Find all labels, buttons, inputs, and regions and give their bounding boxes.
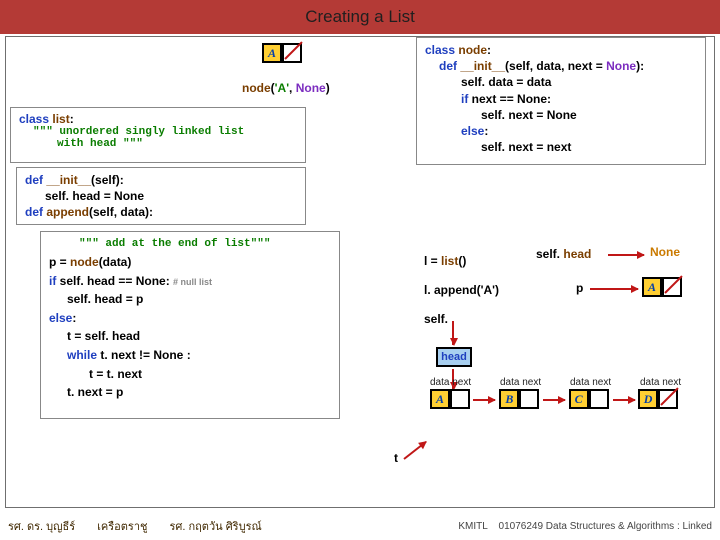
arrow-selfhead-none [608,254,644,256]
author3: รศ. กฤตวัน ศิริบูรณ์ [169,517,261,535]
list-class-box: class list: """ unordered singly linked … [10,107,306,163]
arrow-t [403,441,426,460]
arrow-cd [613,399,635,401]
arrow-p-node [590,288,638,290]
arrow-bc [543,399,565,401]
author1: รศ. ดร. บุญธีร์ [8,517,75,535]
list-methods-box: def __init__(self): self. head = None de… [16,167,306,225]
cell-a-left: A [262,43,282,63]
head-box: head [436,347,472,367]
p-label: p [576,281,583,295]
none-label: None [650,245,680,259]
top-node-diagram: A [262,43,302,63]
t-label: t [394,451,398,465]
course-code: 01076249 Data Structures & Algorithms : … [499,521,712,532]
selfhead-label: self. head [536,247,591,261]
arrow-ab [473,399,495,401]
cell-a-right [282,43,302,63]
arrow-self-head [452,321,454,345]
institution: KMITL [458,521,487,532]
node-class-box: class node: def __init__(self, data, nex… [416,37,706,165]
p-node: A [642,277,682,297]
top-call: node('A', None) [242,81,330,95]
footer: รศ. ดร. บุญธีร์ เครือตราชู รศ. กฤตวัน ศิ… [0,514,720,538]
slide-body: A node('A', None) class node: def __init… [5,36,715,508]
author2: เครือตราชู [97,517,147,535]
slide-title: Creating a List [0,0,720,34]
append-body-box: """ add at the end of list""" p = node(d… [40,231,340,419]
right-usage: l = list() l. append('A') self. [424,247,499,333]
